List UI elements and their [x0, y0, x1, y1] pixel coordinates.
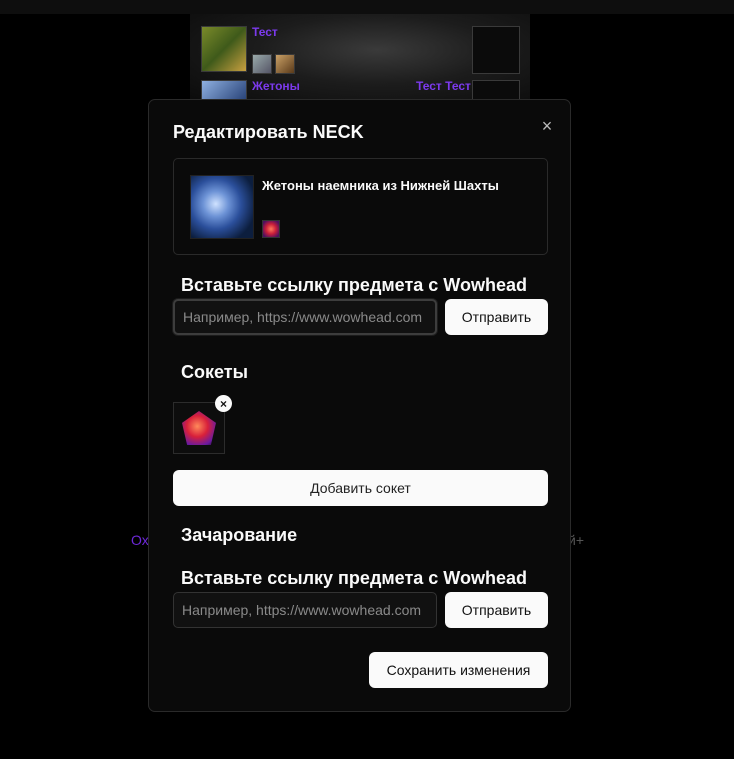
dialog-title: Редактировать NECK [173, 122, 364, 142]
equipment-slot-icon[interactable] [472, 26, 520, 74]
enchant-link-submit-button[interactable]: Отправить [445, 592, 548, 628]
close-icon[interactable]: × [537, 116, 557, 136]
item-card: Жетоны наемника из Нижней Шахты [173, 158, 548, 255]
item-link-submit-button[interactable]: Отправить [445, 299, 548, 335]
sockets-title: Сокеты [181, 362, 248, 382]
equipment-gem-icon [252, 54, 272, 74]
enchant-link-input[interactable] [173, 592, 437, 628]
equipment-gem-icon [275, 54, 295, 74]
red-gem-icon [182, 411, 216, 445]
enchant-link-title: Вставьте ссылку предмета с Wowhead [181, 568, 527, 588]
item-link-title: Вставьте ссылку предмета с Wowhead [181, 275, 527, 295]
red-gem-icon [262, 220, 280, 238]
equipment-slot-label: Жетоны [252, 79, 300, 93]
neck-item-icon [190, 175, 254, 239]
add-socket-button[interactable]: Добавить сокет [173, 470, 548, 506]
item-name[interactable]: Жетоны наемника из Нижней Шахты [262, 178, 499, 193]
remove-socket-icon[interactable]: × [215, 395, 232, 412]
equipment-slot-icon[interactable] [201, 26, 247, 72]
save-changes-button[interactable]: Сохранить изменения [369, 652, 548, 688]
equipment-slot-label: Тест [252, 25, 278, 39]
equipment-slot-label: Тест Тест [416, 79, 471, 93]
background-text-left: Ох [131, 532, 149, 548]
edit-item-dialog: Редактировать NECK × Жетоны наемника из … [148, 99, 571, 712]
enchant-title: Зачарование [181, 525, 298, 545]
top-bar [0, 0, 734, 14]
item-link-input[interactable] [173, 299, 437, 335]
